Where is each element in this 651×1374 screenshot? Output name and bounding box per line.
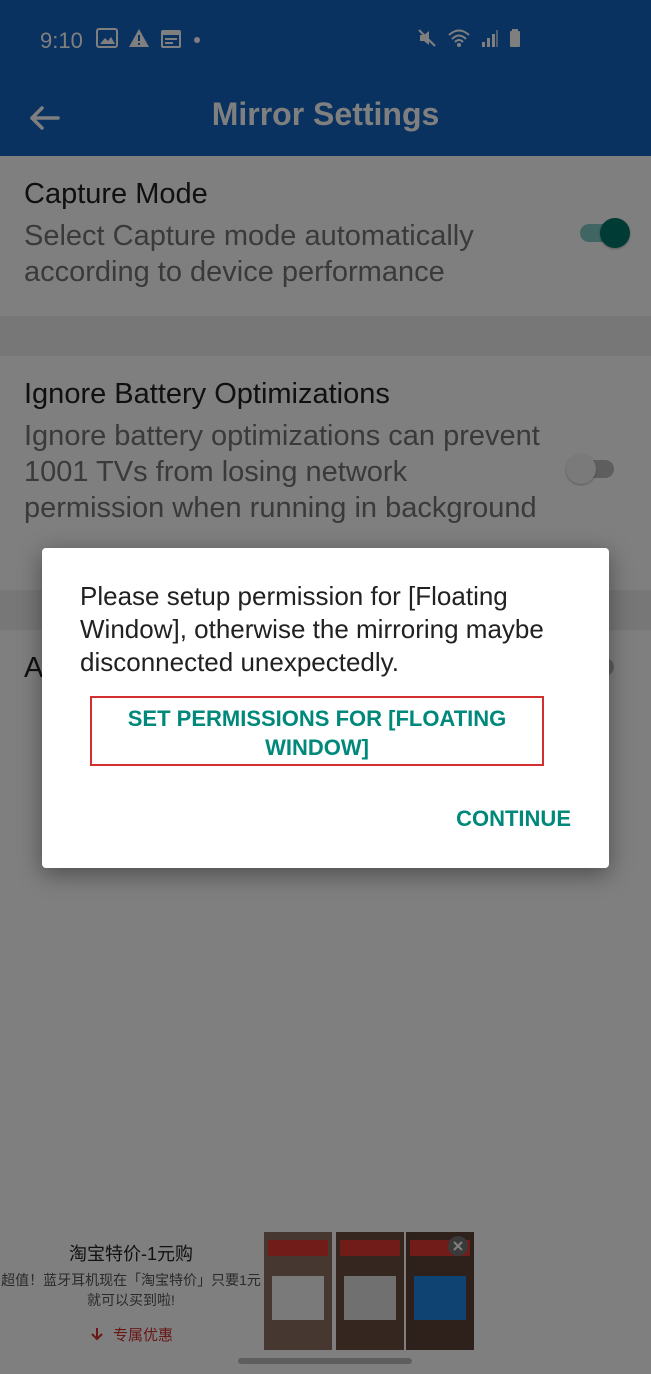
continue-button[interactable]: CONTINUE (456, 806, 571, 832)
permission-dialog: Please setup permission for [Floating Wi… (42, 548, 609, 868)
dialog-message: Please setup permission for [Floating Wi… (80, 581, 544, 677)
set-permissions-button[interactable]: SET PERMISSIONS FOR [FLOATING WINDOW] (90, 696, 544, 766)
